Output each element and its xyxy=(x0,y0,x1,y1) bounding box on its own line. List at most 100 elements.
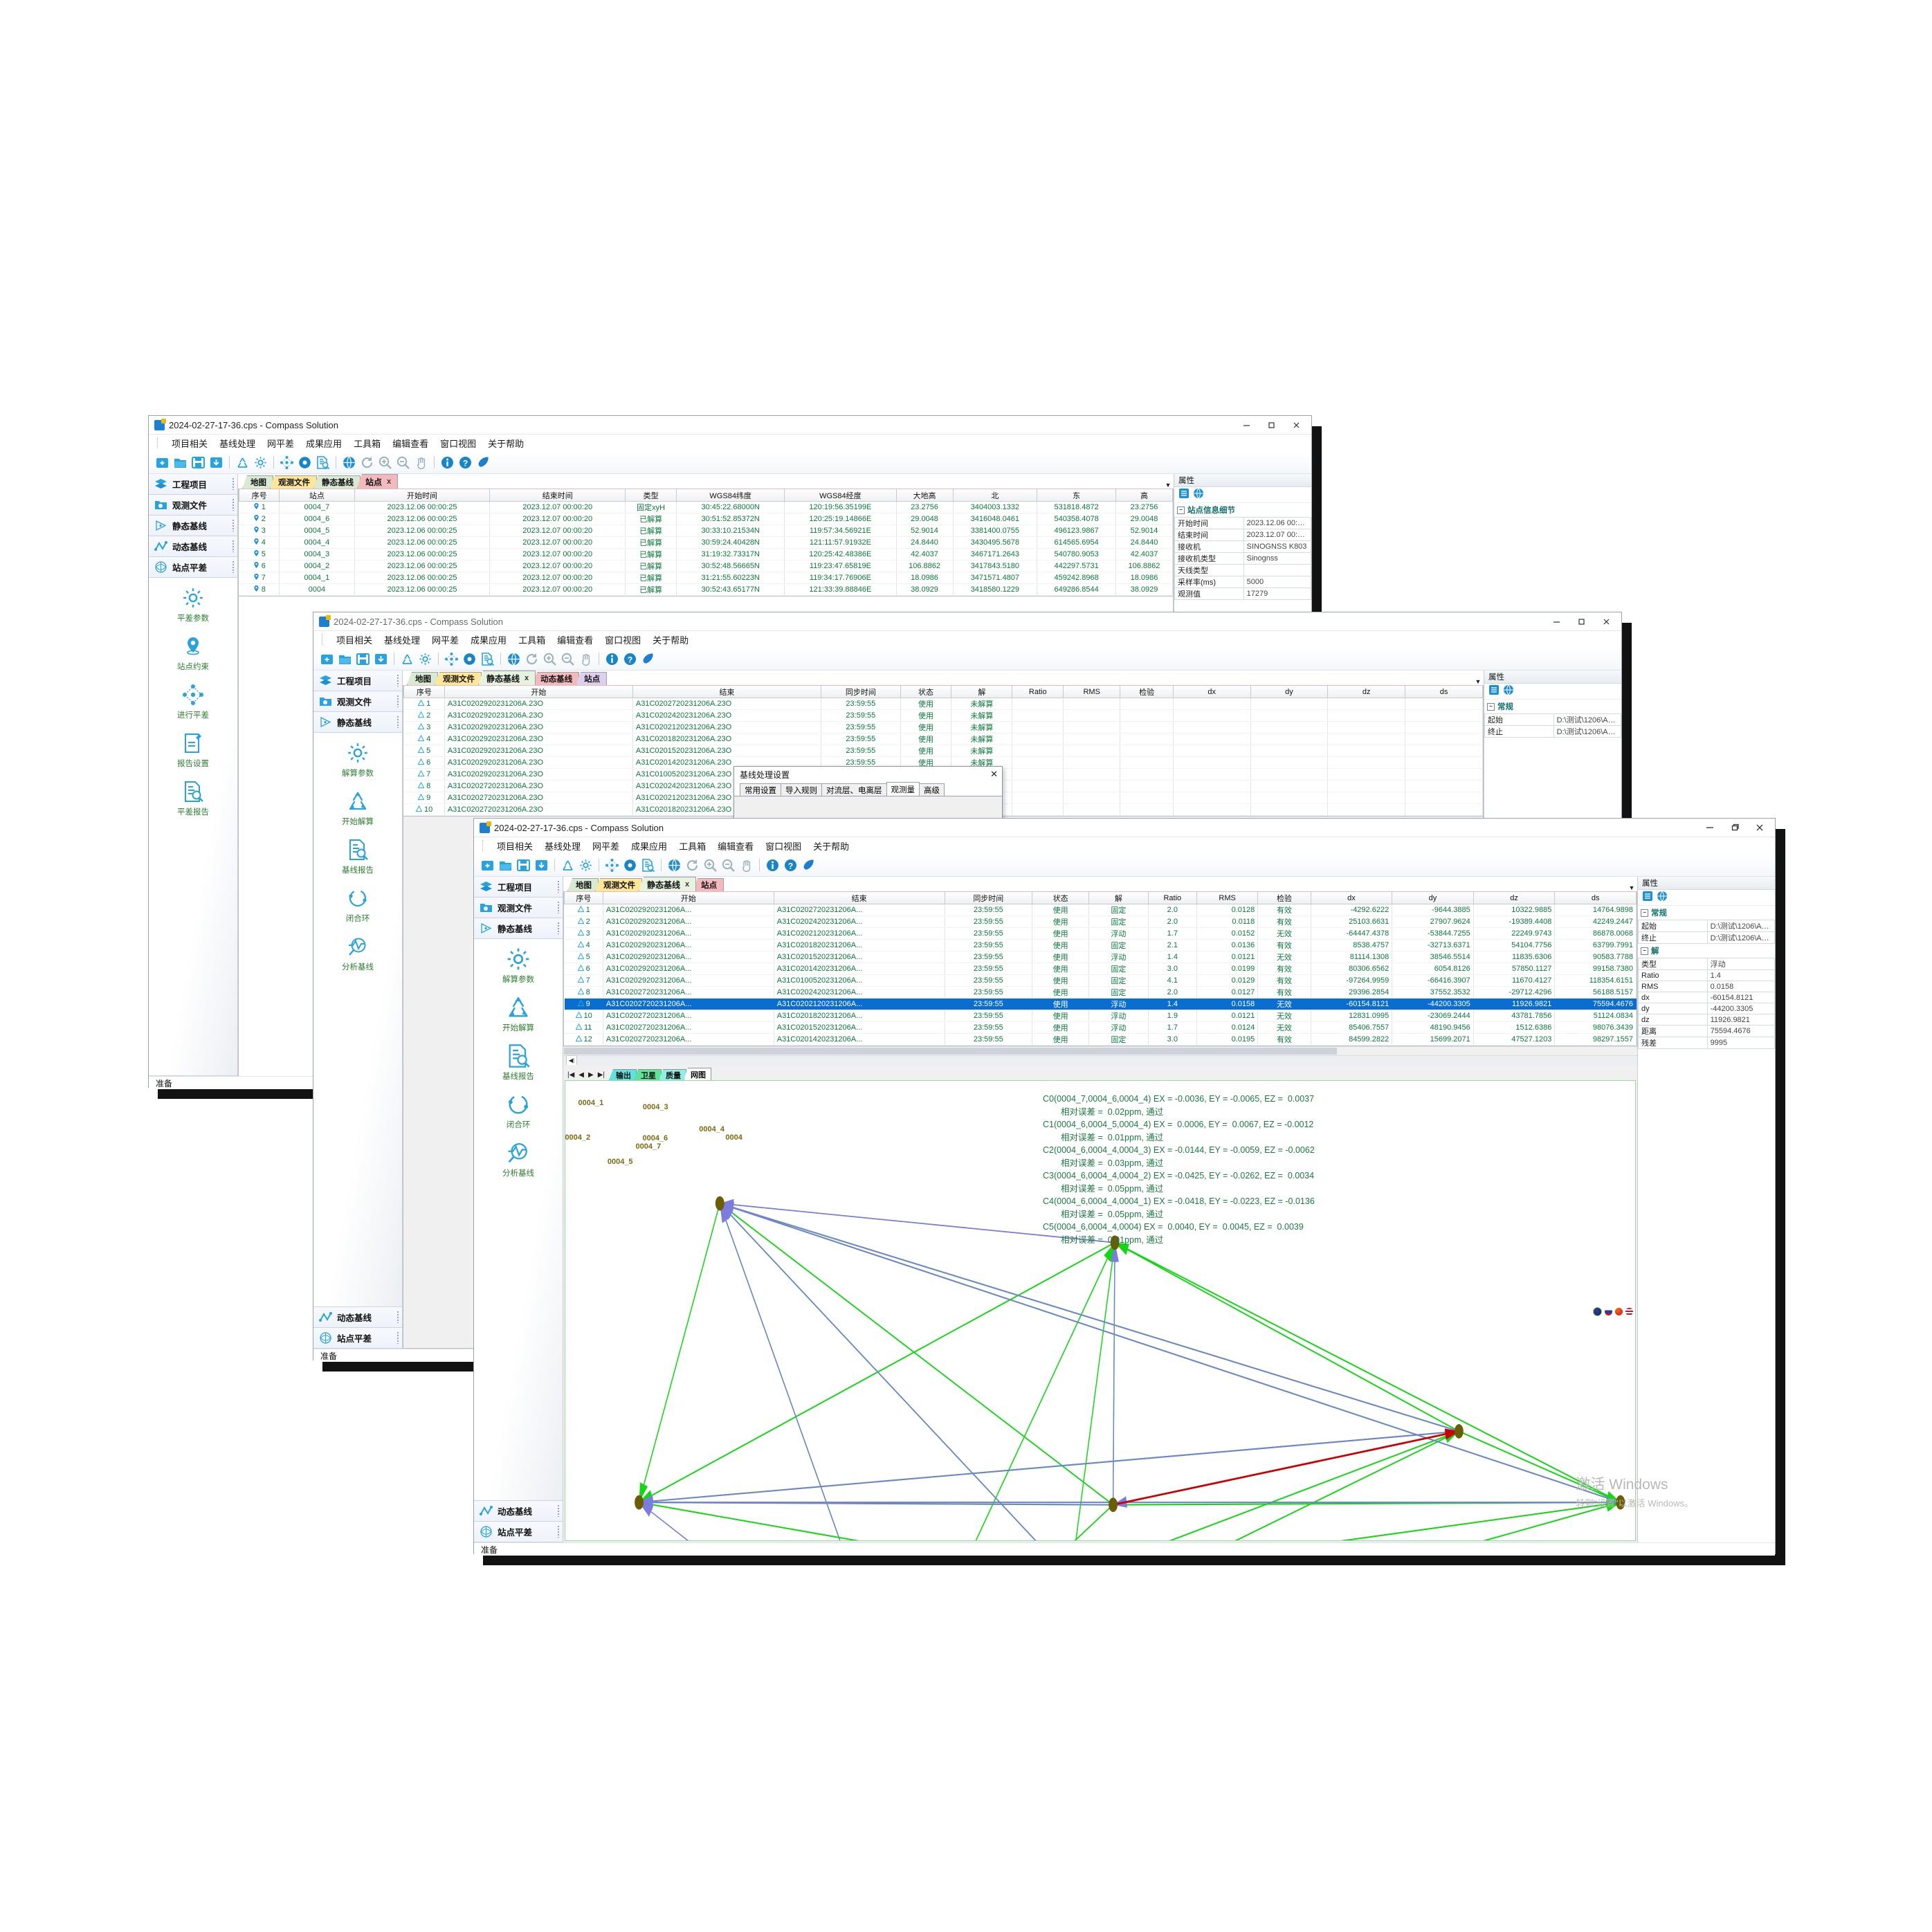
table-cell[interactable] xyxy=(1063,698,1121,710)
table-row[interactable]: 5 0004_3 2023.12.06 00:00:25 2023.12.07 00:… xyxy=(239,548,1173,561)
property-value[interactable]: 11926.9821 xyxy=(1706,1014,1776,1026)
menu-item-6[interactable]: 窗口视图 xyxy=(440,437,476,450)
table-row[interactable]: 2 A31C0202920231206A.23O A31C0202420231206… xyxy=(403,709,1483,722)
globe-icon[interactable] xyxy=(1193,488,1204,502)
action-solve-params[interactable]: 解算参数 xyxy=(313,740,402,778)
property-value[interactable]: 浮动 xyxy=(1706,958,1776,970)
table-cell[interactable] xyxy=(1173,756,1251,769)
table-cell[interactable]: A31C0202920231206A.23O xyxy=(444,756,633,769)
info-icon[interactable] xyxy=(439,455,455,471)
minimize-button[interactable] xyxy=(1544,613,1569,630)
table-cell[interactable]: A31C0202720231206A... xyxy=(774,904,945,916)
chevron-down-icon[interactable]: ▼ xyxy=(1473,678,1484,685)
table-row[interactable]: 7 0004_1 2023.12.06 00:00:25 2023.12.07 00:… xyxy=(239,572,1173,584)
table-cell[interactable]: 531818.4872 xyxy=(1037,501,1116,513)
table-cell[interactable]: A31C0202920231206A.23O xyxy=(444,768,633,781)
table-cell[interactable]: 7 xyxy=(239,572,280,584)
table-cell[interactable]: 3381400.0755 xyxy=(953,525,1038,537)
table-cell[interactable]: A31C0202920231206A... xyxy=(603,915,774,928)
property-value[interactable]: 2023.12.06 00:00:25 xyxy=(1243,517,1312,529)
table-cell[interactable]: 23:59:55 xyxy=(821,733,901,745)
table-cell[interactable] xyxy=(1063,803,1121,816)
table-cell[interactable]: 22249.9743 xyxy=(1473,927,1556,940)
titlebar-middle[interactable]: 2024-02-27-17-36.cps - Compass Solution xyxy=(313,612,1621,631)
table-cell[interactable]: 57850.1127 xyxy=(1473,963,1556,975)
menu-item-6[interactable]: 窗口视图 xyxy=(765,839,801,853)
table-cell[interactable] xyxy=(1012,780,1064,792)
table-cell[interactable]: 4 xyxy=(403,733,445,745)
table-cell[interactable] xyxy=(1405,709,1483,722)
globe-icon[interactable] xyxy=(1503,684,1514,699)
graph-tab-network[interactable]: 网图 xyxy=(684,1068,711,1080)
close-icon[interactable]: ✕ xyxy=(990,769,998,780)
table-cell[interactable]: 23:59:55 xyxy=(821,745,901,757)
table-row[interactable]: 2 0004_6 2023.12.06 00:00:25 2023.12.07 00:… xyxy=(239,513,1173,525)
table-cell[interactable]: 11 xyxy=(564,1021,603,1034)
table-cell[interactable]: 使用 xyxy=(1032,998,1090,1010)
table-cell[interactable] xyxy=(1063,792,1121,804)
table-cell[interactable]: 已解算 xyxy=(625,583,677,596)
property-value[interactable]: D:\测试\1206\A31C020... xyxy=(1706,931,1776,944)
table-cell[interactable]: 2.0 xyxy=(1148,986,1198,999)
horizontal-scrollbar[interactable] xyxy=(563,1046,1637,1055)
table-cell[interactable]: 15699.2071 xyxy=(1392,1033,1474,1046)
table-cell[interactable]: 2 xyxy=(239,513,280,525)
doc-search-icon[interactable] xyxy=(315,455,331,471)
tab-obs[interactable]: 观测文件 xyxy=(270,475,317,489)
table-cell[interactable]: 已解算 xyxy=(625,560,677,572)
table-cell[interactable]: 0.0158 xyxy=(1196,998,1259,1010)
table-cell[interactable]: 0004_1 xyxy=(279,572,355,584)
table-cell[interactable]: 23:59:55 xyxy=(945,963,1033,975)
recycle-icon[interactable] xyxy=(399,651,415,667)
col-header[interactable]: 同步时间 xyxy=(944,892,1033,904)
col-header[interactable]: 序号 xyxy=(564,892,603,904)
table-cell[interactable] xyxy=(1327,709,1406,722)
col-header[interactable]: 大地高 xyxy=(895,489,954,502)
graph-tab-satellite[interactable]: 卫星 xyxy=(634,1069,662,1080)
table-cell[interactable] xyxy=(1063,733,1121,745)
gear-icon[interactable] xyxy=(417,651,433,667)
tab-map[interactable]: 地图 xyxy=(407,672,438,685)
sidebar-item-kinematic[interactable]: 动态基线 xyxy=(149,536,237,557)
sidebar-item-project[interactable]: 工程项目 xyxy=(474,877,563,897)
table-cell[interactable]: A31C0202920231206A.23O xyxy=(444,721,633,733)
property-value[interactable]: 75594.4676 xyxy=(1706,1025,1776,1037)
table-cell[interactable]: 固定 xyxy=(1088,974,1149,987)
table-cell[interactable]: 38546.5514 xyxy=(1392,951,1474,963)
col-header[interactable]: Ratio xyxy=(1012,686,1064,698)
col-header[interactable]: WGS84经度 xyxy=(784,489,897,502)
property-value[interactable]: D:\测试\1206\A31C020... xyxy=(1553,713,1622,726)
import-icon[interactable] xyxy=(534,857,549,873)
col-header[interactable]: dx xyxy=(1172,686,1251,698)
table-cell[interactable]: 2 xyxy=(564,915,603,928)
table-cell[interactable] xyxy=(1012,721,1064,733)
table-cell[interactable] xyxy=(1405,745,1483,757)
table-cell[interactable]: 7 xyxy=(564,974,603,987)
table-cell[interactable]: 29396.2854 xyxy=(1311,986,1393,999)
col-header[interactable]: RMS xyxy=(1196,892,1259,904)
table-cell[interactable]: 4.1 xyxy=(1148,974,1198,987)
table-cell[interactable]: 1.7 xyxy=(1148,1021,1198,1034)
table-cell[interactable]: 121:33:39.88846E xyxy=(784,583,897,596)
new-project-icon[interactable] xyxy=(480,857,495,873)
table-cell[interactable]: 已解算 xyxy=(625,525,677,537)
zoom-out-icon[interactable] xyxy=(395,455,411,471)
sidebar-item-obs[interactable]: 观测文件 xyxy=(149,495,237,516)
table-cell[interactable]: A31C0201420231206A... xyxy=(774,963,945,975)
table-cell[interactable]: A31C0201820231206A... xyxy=(774,1010,945,1022)
table-cell[interactable]: 85406.7557 xyxy=(1311,1021,1393,1034)
properties-toolbar[interactable] xyxy=(1174,487,1311,503)
table-cell[interactable]: A31C0202720231206A.23O xyxy=(444,792,633,804)
gnss-constellation-icons[interactable] xyxy=(1593,1307,1633,1316)
sidebar-item-obs[interactable]: 观测文件 xyxy=(474,897,563,918)
nav-last-icon[interactable]: ▶| xyxy=(598,1071,605,1079)
table-cell[interactable]: 0.0127 xyxy=(1196,986,1259,999)
table-cell[interactable] xyxy=(1250,698,1329,710)
table-cell[interactable]: 使用 xyxy=(1032,927,1090,940)
table-cell[interactable]: 23.2756 xyxy=(896,501,954,513)
table-cell[interactable]: 540780.9053 xyxy=(1037,548,1116,561)
dialog-tab-common[interactable]: 常用设置 xyxy=(740,783,781,796)
table-cell[interactable]: 9 xyxy=(403,792,445,804)
table-cell[interactable]: 9 xyxy=(564,998,603,1010)
menu-item-4[interactable]: 工具箱 xyxy=(679,839,706,853)
